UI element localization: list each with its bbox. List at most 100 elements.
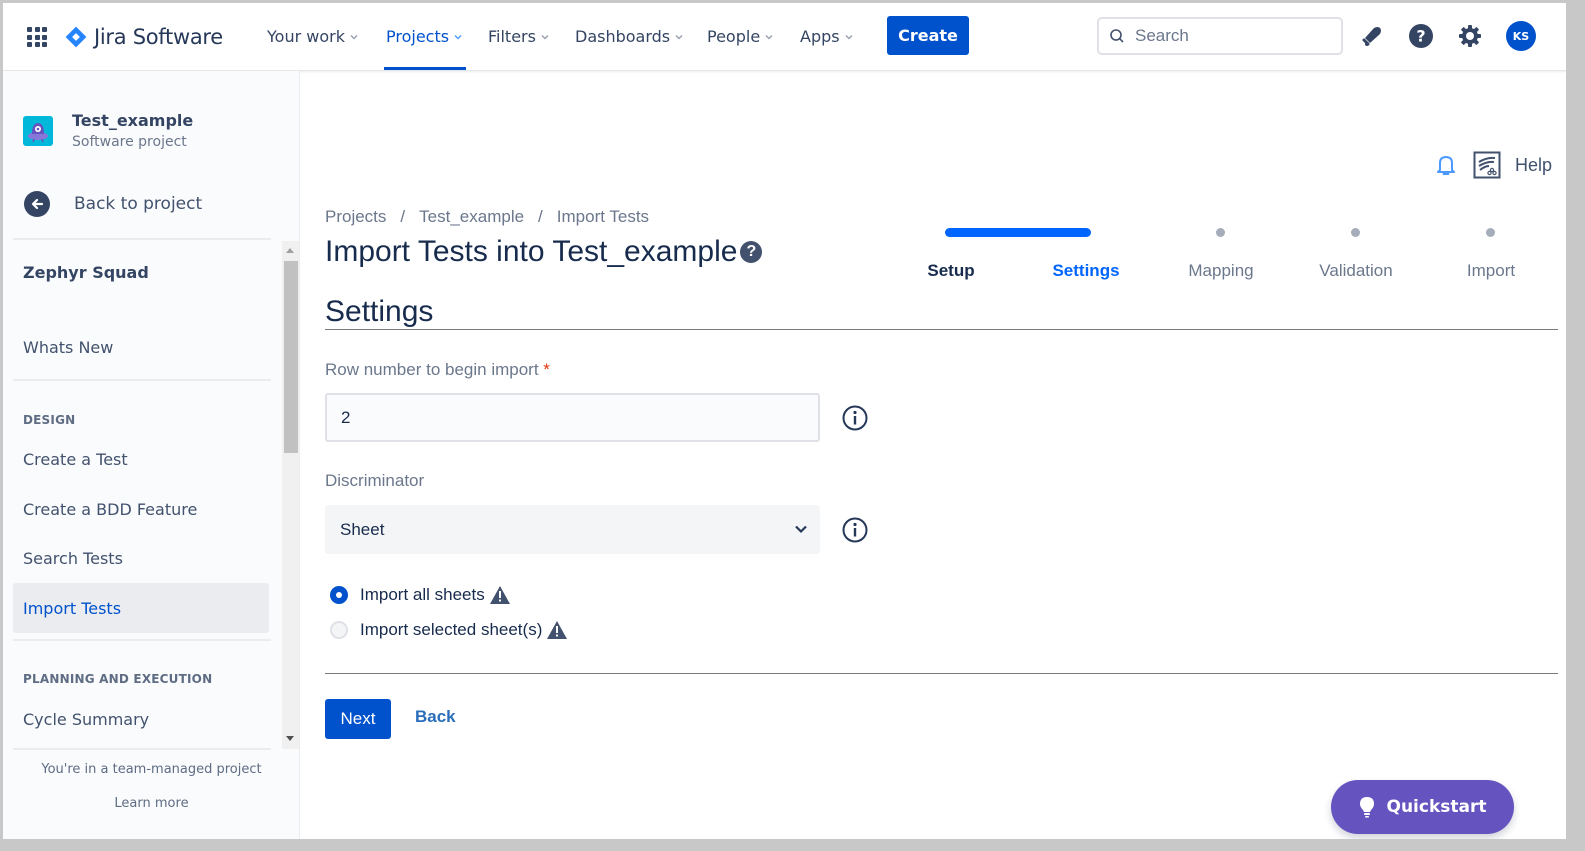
help-icon[interactable]: ?: [1408, 23, 1434, 49]
breadcrumb-projects[interactable]: Projects: [325, 207, 386, 227]
nav-label: Filters: [488, 27, 536, 46]
chevron-down-icon: [350, 34, 358, 39]
page-title: Import Tests into Test_example ?: [325, 235, 763, 269]
chevron-down-icon: [795, 525, 807, 534]
info-icon[interactable]: [841, 516, 869, 544]
notifications-icon[interactable]: [1359, 23, 1385, 49]
step-setup: Setup: [927, 261, 975, 280]
nav-filters[interactable]: Filters: [488, 27, 549, 46]
discriminator-select[interactable]: Sheet: [325, 505, 820, 554]
radio-button-selected[interactable]: [330, 586, 348, 604]
nav-people[interactable]: People: [707, 27, 773, 46]
info-icon[interactable]: [841, 404, 869, 432]
divider: [13, 748, 271, 750]
scroll-down-icon[interactable]: [286, 736, 294, 741]
project-name: Test_example: [72, 111, 194, 130]
nav-label: Apps: [800, 27, 840, 46]
user-avatar[interactable]: KS: [1506, 21, 1536, 51]
page-title-text: Import Tests into Test_example: [325, 235, 738, 268]
project-type: Software project: [72, 134, 187, 150]
question-circle-icon[interactable]: ?: [740, 241, 763, 263]
scrollbar-thumb[interactable]: [284, 261, 298, 453]
sidebar-item-create-bdd-feature[interactable]: Create a BDD Feature: [23, 500, 197, 519]
row-number-label-text: Row number to begin import: [325, 360, 539, 379]
create-button[interactable]: Create: [887, 16, 969, 55]
sidebar-item-whats-new[interactable]: Whats New: [23, 338, 113, 357]
settings-icon[interactable]: [1457, 23, 1483, 49]
warning-icon[interactable]: [489, 585, 511, 605]
step-dot-validation: [1351, 228, 1360, 237]
sidebar-item-import-tests[interactable]: Import Tests: [23, 599, 121, 618]
bell-icon[interactable]: [1435, 153, 1457, 177]
required-indicator: *: [543, 360, 550, 379]
chevron-down-icon: [454, 34, 462, 39]
browser-viewport: Jira Software Your work Projects Filters…: [3, 3, 1566, 839]
breadcrumb-current[interactable]: Import Tests: [557, 207, 649, 227]
step-mapping: Mapping: [1188, 261, 1254, 280]
main-content: Help Projects / Test_example / Import Te…: [301, 71, 1566, 839]
row-number-input[interactable]: [325, 393, 820, 442]
jira-logo[interactable]: Jira Software: [65, 25, 223, 49]
app-name: Jira Software: [94, 25, 223, 49]
step-dot-mapping: [1216, 228, 1225, 237]
project-header[interactable]: Test_example Software project: [23, 111, 193, 150]
breadcrumb: Projects / Test_example / Import Tests: [325, 207, 649, 227]
breadcrumb-project[interactable]: Test_example: [419, 207, 524, 227]
step-import: Import: [1466, 261, 1516, 280]
section-heading-design: DESIGN: [23, 413, 76, 427]
nav-projects[interactable]: Projects: [386, 27, 462, 46]
step-validation: Validation: [1319, 261, 1393, 280]
nav-label: People: [707, 27, 761, 46]
back-to-project-link[interactable]: Back to project: [24, 191, 202, 217]
next-button[interactable]: Next: [325, 699, 391, 739]
lightbulb-icon: [1359, 797, 1374, 818]
svg-text:?: ?: [1416, 27, 1425, 46]
sidebar-item-search-tests[interactable]: Search Tests: [23, 549, 123, 568]
scroll-up-icon[interactable]: [286, 248, 294, 253]
chevron-down-icon: [845, 34, 853, 39]
quickstart-button[interactable]: Quickstart: [1331, 780, 1514, 834]
nav-apps[interactable]: Apps: [800, 27, 853, 46]
sidebar: Test_example Software project Back to pr…: [3, 71, 300, 839]
quickstart-label: Quickstart: [1386, 797, 1487, 817]
progress-bar-completed: [945, 228, 1091, 237]
search-input[interactable]: [1135, 26, 1315, 46]
radio-label: Import selected sheet(s): [360, 620, 543, 639]
nav-dashboards[interactable]: Dashboards: [575, 27, 683, 46]
app-switcher-icon[interactable]: [27, 27, 47, 47]
sidebar-item-create-test[interactable]: Create a Test: [23, 450, 128, 469]
search-box[interactable]: [1097, 17, 1343, 55]
team-managed-notice: You're in a team-managed project: [41, 762, 262, 777]
active-nav-indicator: [384, 67, 466, 70]
nav-your-work[interactable]: Your work: [267, 27, 358, 46]
section-title: Settings: [325, 295, 434, 328]
row-number-label: Row number to begin import *: [325, 360, 550, 380]
radio-import-all-sheets[interactable]: Import all sheets: [330, 585, 511, 605]
radio-label: Import all sheets: [360, 585, 485, 604]
discriminator-label: Discriminator: [325, 471, 425, 490]
help-link[interactable]: Help: [1515, 155, 1552, 176]
section-heading-planning: PLANNING AND EXECUTION: [23, 672, 213, 686]
zephyr-logo-icon[interactable]: [1473, 151, 1501, 179]
chevron-down-icon: [541, 34, 549, 39]
divider: [325, 673, 1558, 674]
jira-diamond-icon: [65, 26, 87, 48]
search-icon: [1110, 29, 1124, 43]
nav-label: Dashboards: [575, 27, 671, 46]
radio-import-selected-sheets[interactable]: Import selected sheet(s): [330, 620, 568, 640]
radio-button-unselected[interactable]: [330, 621, 348, 639]
divider: [13, 238, 271, 240]
divider: [13, 379, 271, 381]
nav-label: Projects: [386, 27, 450, 46]
nav-label: Your work: [267, 27, 345, 46]
top-navigation: Jira Software Your work Projects Filters…: [3, 3, 1566, 71]
breadcrumb-separator: /: [400, 207, 406, 226]
plugin-title: Zephyr Squad: [23, 263, 149, 282]
import-progress-tracker: Setup Settings Mapping Validation Import: [881, 221, 1561, 281]
learn-more-link[interactable]: Learn more: [3, 796, 300, 811]
divider: [13, 639, 271, 641]
back-label: Back to project: [74, 194, 203, 214]
warning-icon[interactable]: [546, 620, 568, 640]
sidebar-item-cycle-summary[interactable]: Cycle Summary: [23, 710, 149, 729]
back-button[interactable]: Back: [415, 707, 456, 727]
